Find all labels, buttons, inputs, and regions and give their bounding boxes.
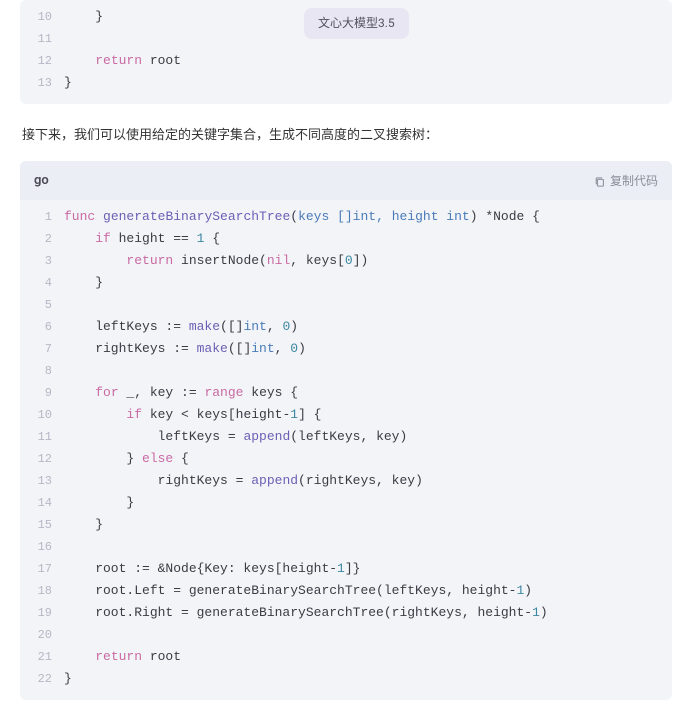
code-line: root.Right = generateBinarySearchTree(ri…	[64, 602, 672, 624]
code-line: if key < keys[height-1] {	[64, 404, 672, 426]
code-line: root := &Node{Key: keys[height-1]}	[64, 558, 672, 580]
code-body: 12345678910111213141516171819202122 func…	[20, 200, 672, 700]
model-badge: 文心大模型3.5	[304, 8, 409, 39]
code-line: leftKeys = append(leftKeys, key)	[64, 426, 672, 448]
code-line: return root	[64, 50, 672, 72]
line-number: 22	[20, 668, 52, 690]
line-number: 11	[20, 28, 52, 50]
line-number: 1	[20, 206, 52, 228]
code-line: }	[64, 72, 672, 94]
code-line: return insertNode(nil, keys[0])	[64, 250, 672, 272]
code-line	[64, 536, 672, 558]
code-line: rightKeys = append(rightKeys, key)	[64, 470, 672, 492]
line-number: 13	[20, 470, 52, 492]
code-line: }	[64, 668, 672, 690]
line-number: 13	[20, 72, 52, 94]
line-number: 2	[20, 228, 52, 250]
line-number-gutter: 12345678910111213141516171819202122	[20, 206, 64, 690]
code-line: for _, key := range keys {	[64, 382, 672, 404]
code-line: }	[64, 514, 672, 536]
code-header: go 复制代码	[20, 161, 672, 200]
copy-code-button[interactable]: 复制代码	[594, 172, 658, 191]
code-line: } else {	[64, 448, 672, 470]
line-number: 14	[20, 492, 52, 514]
copy-code-label: 复制代码	[610, 172, 658, 191]
line-number-gutter: 10111213	[20, 6, 64, 94]
line-number: 3	[20, 250, 52, 272]
code-line: func generateBinarySearchTree(keys []int…	[64, 206, 672, 228]
line-number: 12	[20, 50, 52, 72]
line-number: 6	[20, 316, 52, 338]
line-number: 19	[20, 602, 52, 624]
line-number: 18	[20, 580, 52, 602]
line-number: 4	[20, 272, 52, 294]
line-number: 15	[20, 514, 52, 536]
line-number: 9	[20, 382, 52, 404]
code-block-2: go 复制代码 12345678910111213141516171819202…	[20, 161, 672, 700]
code-line: rightKeys := make([]int, 0)	[64, 338, 672, 360]
code-line	[64, 624, 672, 646]
code-line	[64, 294, 672, 316]
line-number: 16	[20, 536, 52, 558]
line-number: 7	[20, 338, 52, 360]
line-number: 20	[20, 624, 52, 646]
code-line: if height == 1 {	[64, 228, 672, 250]
paragraph-text: 接下来，我们可以使用给定的关键字集合，生成不同高度的二叉搜索树：	[20, 112, 672, 161]
code-line: leftKeys := make([]int, 0)	[64, 316, 672, 338]
code-line: }	[64, 272, 672, 294]
line-number: 8	[20, 360, 52, 382]
line-number: 21	[20, 646, 52, 668]
code-line: return root	[64, 646, 672, 668]
code-content: func generateBinarySearchTree(keys []int…	[64, 206, 672, 690]
line-number: 17	[20, 558, 52, 580]
code-line: root.Left = generateBinarySearchTree(lef…	[64, 580, 672, 602]
line-number: 5	[20, 294, 52, 316]
line-number: 10	[20, 404, 52, 426]
line-number: 12	[20, 448, 52, 470]
line-number: 10	[20, 6, 52, 28]
code-line	[64, 360, 672, 382]
code-line: }	[64, 492, 672, 514]
copy-icon	[594, 175, 606, 187]
line-number: 11	[20, 426, 52, 448]
language-label: go	[34, 171, 49, 192]
